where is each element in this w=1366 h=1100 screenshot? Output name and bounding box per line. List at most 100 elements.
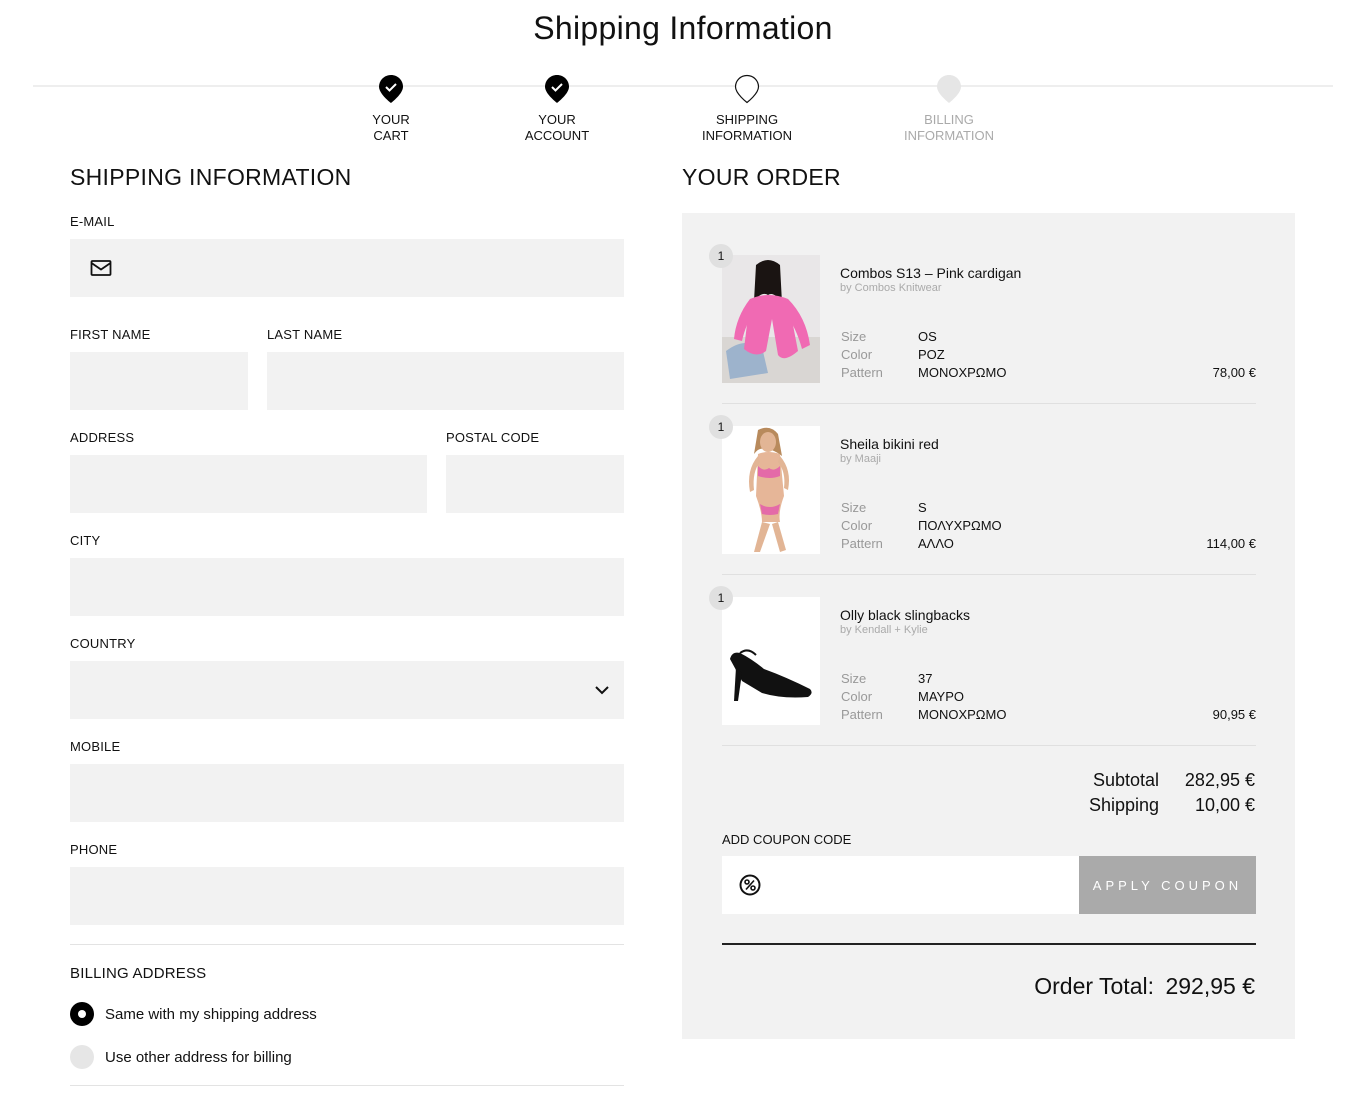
item-divider [722,745,1256,746]
order-item: 1 Olly black slingbacks by Kendall + Kyl… [709,586,1256,747]
shipping-cost-value: 10,00 € [1194,795,1255,815]
step-your-cart[interactable]: YOUR CART [316,74,466,144]
size-value: 37 [918,671,933,686]
mail-icon [90,260,112,276]
item-divider [722,403,1256,404]
pattern-value: ΜΟΝΟΧΡΩΜΟ [918,707,1007,722]
phone-field[interactable] [70,867,624,925]
country-label: COUNTRY [70,636,136,651]
size-label: Size [841,671,867,686]
postal-code-label: POSTAL CODE [446,430,540,445]
mobile-field[interactable] [70,764,624,822]
step-label: SHIPPING INFORMATION [701,112,793,143]
product-name[interactable]: Olly black slingbacks [840,607,970,623]
coupon-input[interactable] [722,856,1079,914]
step-label: BILLING INFORMATION [903,112,995,143]
order-total-value: 292,95 € [1165,973,1255,999]
color-label: Color [841,347,873,362]
city-wrapper [70,558,624,616]
radio-unselected[interactable] [70,1045,94,1069]
product-image-bikini[interactable] [722,426,820,554]
item-price: 78,00 € [1212,365,1256,380]
page-title: Shipping Information [533,10,833,46]
pin-outline-icon [734,74,760,104]
mobile-label: MOBILE [70,739,121,754]
total-divider [722,943,1256,945]
order-heading: YOUR ORDER [682,164,841,190]
coupon-field-wrapper [722,856,1079,914]
check-pin-icon [545,75,569,103]
percent-icon [739,874,761,896]
address-field[interactable] [70,455,427,513]
coupon-label: ADD COUPON CODE [722,832,852,847]
shipping-heading: SHIPPING INFORMATION [70,164,352,190]
subtotal-value: 282,95 € [1184,770,1255,790]
product-brand: by Maaji [840,453,881,465]
pattern-value: ΜΟΝΟΧΡΩΜΟ [918,365,1007,380]
postal-code-wrapper [446,455,624,513]
check-pin-icon [379,75,403,103]
product-brand: by Kendall + Kylie [840,624,928,636]
divider [70,1085,624,1086]
product-name[interactable]: Sheila bikini red [840,436,939,452]
radio-selected[interactable] [70,1002,94,1026]
first-name-wrapper [70,352,248,410]
product-image-cardigan[interactable] [722,255,820,383]
city-field[interactable] [70,558,624,616]
quantity-badge: 1 [709,586,733,610]
address-wrapper [70,455,427,513]
country-value[interactable] [70,661,624,719]
step-billing-information: BILLING INFORMATION [874,74,1024,144]
product-photo [722,597,820,725]
color-label: Color [841,689,873,704]
product-photo [722,426,820,554]
divider [70,944,624,945]
country-select[interactable] [70,661,624,719]
step-shipping-information: SHIPPING INFORMATION [672,74,822,144]
pattern-label: Pattern [841,536,883,551]
billing-heading: BILLING ADDRESS [70,965,207,982]
item-price: 114,00 € [1206,536,1256,551]
step-your-account[interactable]: YOUR ACCOUNT [482,74,632,144]
step-label: YOUR ACCOUNT [524,112,590,143]
email-field[interactable] [70,239,624,297]
billing-option-other[interactable]: Use other address for billing [70,1045,292,1069]
color-value: ΜΑΥΡΟ [918,689,964,704]
color-value: ΠΟΛΥΧΡΩΜΟ [918,518,1002,533]
product-image-slingbacks[interactable] [722,597,820,725]
first-name-field[interactable] [70,352,248,410]
billing-option-same-label: Same with my shipping address [105,1005,317,1023]
city-label: CITY [70,533,101,548]
first-name-label: FIRST NAME [70,327,151,342]
email-label: E-MAIL [70,214,115,229]
billing-option-other-label: Use other address for billing [105,1048,292,1066]
item-price: 90,95 € [1212,707,1256,722]
last-name-wrapper [267,352,624,410]
order-item: 1 Sheila bikini red by Maaji Size S Colo… [709,415,1256,576]
shipping-cost-label: Shipping [1088,795,1159,815]
pattern-label: Pattern [841,365,883,380]
color-label: Color [841,518,873,533]
chevron-down-icon[interactable] [594,683,610,697]
pattern-label: Pattern [841,707,883,722]
quantity-badge: 1 [709,244,733,268]
size-value: OS [918,329,937,344]
size-label: Size [841,329,867,344]
apply-coupon-button[interactable]: APPLY COUPON [1079,856,1256,914]
product-name[interactable]: Combos S13 – Pink cardigan [840,265,1021,281]
last-name-field[interactable] [267,352,624,410]
postal-code-field[interactable] [446,455,624,513]
phone-wrapper [70,867,624,925]
product-photo [722,255,820,383]
billing-option-same[interactable]: Same with my shipping address [70,1002,317,1026]
color-value: ΡΟΖ [918,347,945,362]
order-summary-panel: 1 Combos S13 – Pink cardigan by Combos K… [682,213,1295,1039]
last-name-label: LAST NAME [267,327,343,342]
item-divider [722,574,1256,575]
subtotal-label: Subtotal [1092,770,1159,790]
step-label: YOUR CART [372,112,410,143]
pin-filled-gray-icon [937,75,961,103]
mobile-wrapper [70,764,624,822]
size-value: S [918,500,927,515]
order-total-label: Order Total: [1034,973,1154,999]
